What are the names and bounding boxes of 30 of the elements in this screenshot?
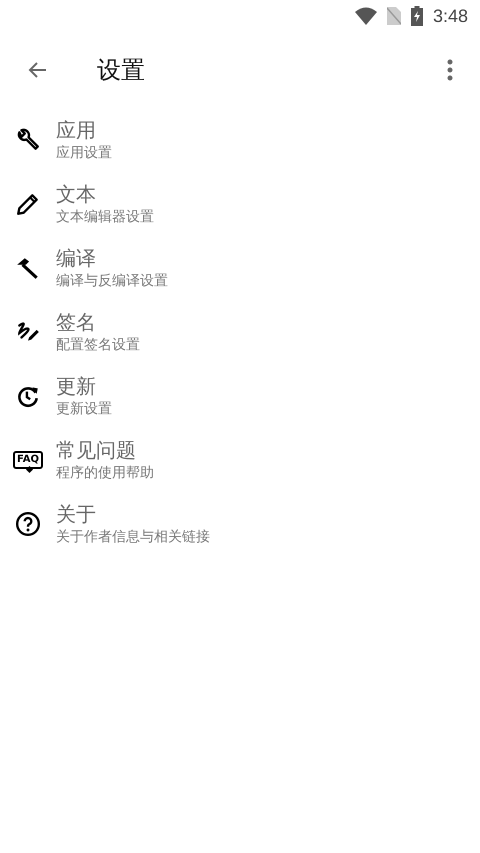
item-title: 签名 bbox=[56, 309, 97, 335]
settings-item[interactable]: 关于 关于作者信息与相关链接 bbox=[0, 492, 480, 556]
settings-item[interactable]: 文本 文本编辑器设置 bbox=[0, 172, 480, 236]
item-subtitle: 配置签名设置 bbox=[56, 336, 140, 355]
item-title: 应用 bbox=[56, 117, 97, 143]
clock-time: 3:48 bbox=[432, 6, 468, 26]
no-sim-icon bbox=[386, 7, 401, 25]
settings-item[interactable]: 更新 更新设置 bbox=[0, 364, 480, 428]
item-subtitle: 编译与反编译设置 bbox=[56, 272, 168, 291]
wifi-icon bbox=[354, 7, 377, 25]
item-title: 编译 bbox=[56, 245, 97, 271]
settings-item[interactable]: 应用 应用设置 bbox=[0, 108, 480, 172]
item-title: 更新 bbox=[56, 373, 97, 399]
item-subtitle: 关于作者信息与相关链接 bbox=[56, 528, 210, 547]
item-title: 关于 bbox=[56, 501, 97, 527]
screen-title: 设置 bbox=[97, 55, 146, 86]
wrench-icon bbox=[15, 127, 41, 153]
battery-icon bbox=[410, 6, 423, 26]
item-subtitle: 应用设置 bbox=[56, 144, 112, 163]
item-subtitle: 更新设置 bbox=[56, 400, 112, 419]
item-subtitle: 程序的使用帮助 bbox=[56, 464, 154, 483]
more-menu-icon[interactable] bbox=[446, 58, 454, 82]
settings-item[interactable]: 签名 配置签名设置 bbox=[0, 300, 480, 364]
pencil-icon bbox=[15, 191, 41, 217]
item-subtitle: 文本编辑器设置 bbox=[56, 208, 154, 227]
help-icon bbox=[15, 511, 41, 537]
item-title: 常见问题 bbox=[56, 437, 137, 463]
item-title: 文本 bbox=[56, 181, 97, 207]
settings-item[interactable]: FAQ 常见问题 程序的使用帮助 bbox=[0, 428, 480, 492]
settings-item[interactable]: 编译 编译与反编译设置 bbox=[0, 236, 480, 300]
